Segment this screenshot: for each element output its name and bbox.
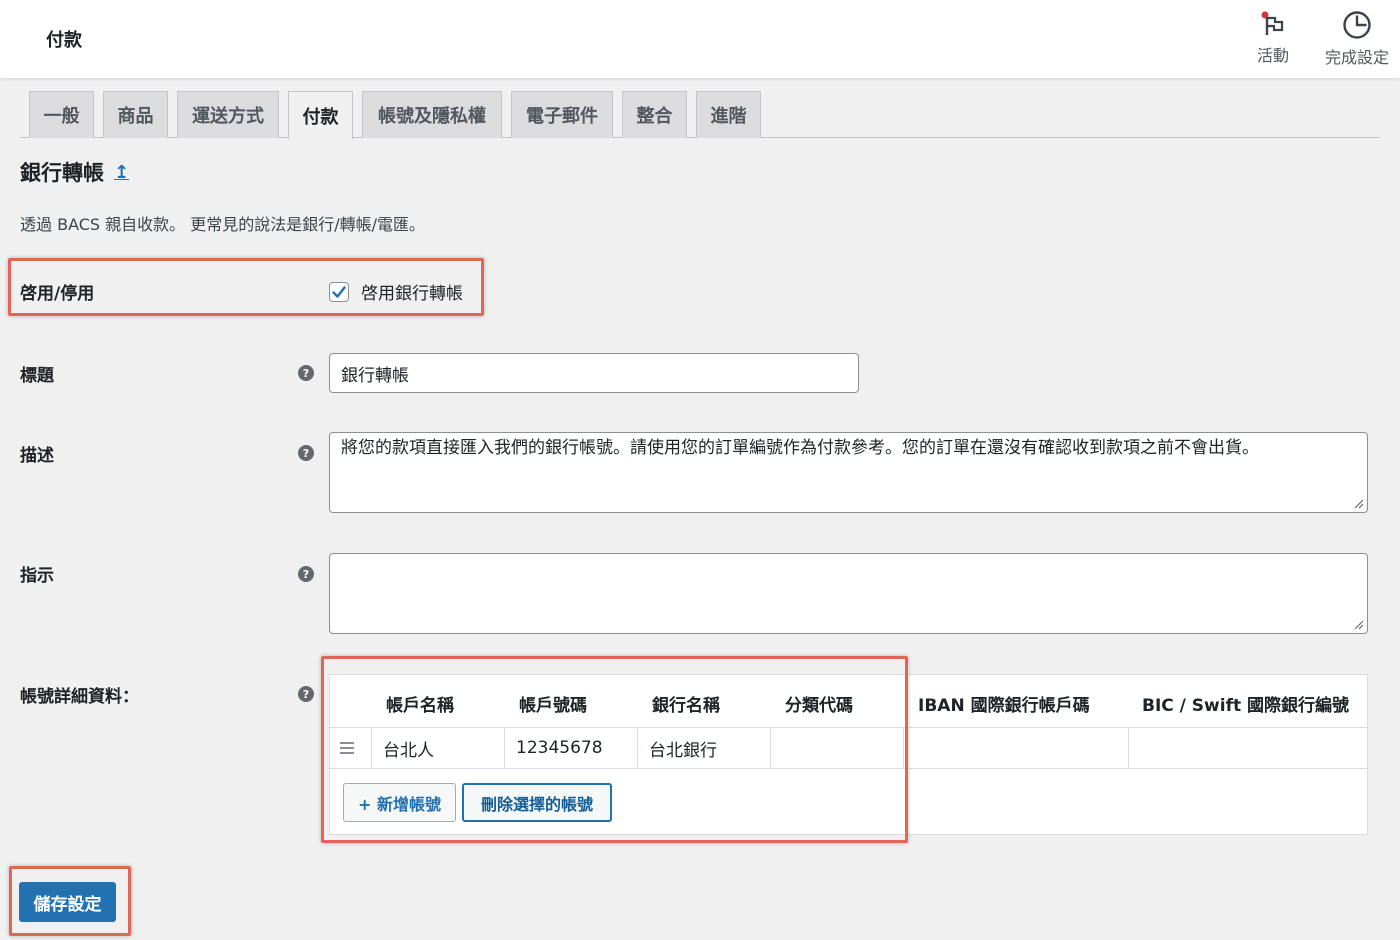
- tab-label: 付款: [302, 106, 339, 128]
- tab-shipping[interactable]: 運送方式: [177, 91, 279, 138]
- description-text: 將您的款項直接匯入我們的銀行帳號。請使用您的訂單編號作為付款參考。您的訂單在還沒…: [341, 438, 1259, 458]
- section-title: 銀行轉帳 ↥: [20, 157, 129, 187]
- help-icon[interactable]: ?: [298, 566, 314, 582]
- activity-button[interactable]: 活動: [1248, 10, 1298, 66]
- instructions-label: 指示: [20, 566, 54, 586]
- tab-integration[interactable]: 整合: [622, 91, 687, 138]
- resize-handle-icon[interactable]: [1354, 620, 1364, 630]
- bic-cell[interactable]: [1128, 728, 1367, 768]
- enable-checkbox-label[interactable]: 啓用銀行轉帳: [361, 279, 463, 304]
- column-header: BIC / Swift 國際銀行編號: [1142, 696, 1350, 716]
- tab-label: 商品: [117, 106, 154, 127]
- tab-label: 進階: [710, 106, 747, 127]
- enable-checkbox-row: 啓用銀行轉帳: [329, 279, 463, 304]
- settings-tabs: 一般 商品 運送方式 付款 帳號及隱私權 電子郵件 整合 進階: [20, 91, 1380, 139]
- account-number-cell[interactable]: 12345678: [504, 728, 637, 768]
- top-header: 付款 活動 完成設定: [0, 0, 1400, 78]
- tab-label: 運送方式: [192, 106, 264, 127]
- bank-name-cell[interactable]: 台北銀行: [637, 728, 770, 768]
- column-header: IBAN 國際銀行帳戶碼: [918, 696, 1090, 716]
- column-header: 帳戶名稱: [386, 696, 454, 716]
- title-input[interactable]: 銀行轉帳: [329, 353, 859, 393]
- tab-label: 一般: [43, 106, 80, 127]
- help-icon[interactable]: ?: [298, 686, 314, 702]
- drag-handle-icon[interactable]: [340, 742, 354, 754]
- tab-label: 整合: [636, 106, 673, 127]
- tab-advanced[interactable]: 進階: [696, 91, 761, 138]
- page-title: 付款: [46, 30, 82, 51]
- activity-label: 活動: [1256, 46, 1289, 65]
- title-label: 標題: [20, 366, 54, 386]
- column-header: 分類代碼: [785, 696, 853, 716]
- column-header: 銀行名稱: [652, 696, 720, 716]
- enable-label: 啓用/停用: [20, 284, 95, 304]
- add-account-button[interactable]: + 新增帳號: [343, 783, 456, 822]
- tab-label: 電子郵件: [526, 106, 598, 127]
- description-textarea[interactable]: 將您的款項直接匯入我們的銀行帳號。請使用您的訂單編號作為付款參考。您的訂單在還沒…: [329, 432, 1368, 513]
- flag-icon: [1261, 11, 1284, 35]
- sort-code-cell[interactable]: [770, 728, 903, 768]
- resize-handle-icon[interactable]: [1354, 499, 1364, 509]
- help-icon[interactable]: ?: [298, 365, 314, 381]
- back-up-link[interactable]: ↥: [114, 162, 129, 183]
- accounts-table: 帳戶名稱 帳戶號碼 銀行名稱 分類代碼 IBAN 國際銀行帳戶碼 BIC / S…: [329, 674, 1368, 835]
- enable-checkbox[interactable]: [329, 281, 349, 302]
- iban-cell[interactable]: [903, 728, 1128, 768]
- accounts-table-header: 帳戶名稱 帳戶號碼 銀行名稱 分類代碼 IBAN 國際銀行帳戶碼 BIC / S…: [330, 675, 1367, 728]
- help-icon[interactable]: ?: [298, 445, 314, 461]
- account-name-cell[interactable]: 台北人: [371, 728, 504, 768]
- progress-circle-icon: [1343, 11, 1371, 39]
- description-label: 描述: [20, 446, 54, 466]
- tab-payments[interactable]: 付款: [288, 91, 353, 139]
- account-details-label: 帳號詳細資料：: [20, 687, 139, 707]
- tab-general[interactable]: 一般: [29, 91, 94, 138]
- section-description: 透過 BACS 親自收款。 更常見的說法是銀行/轉帳/電匯。: [20, 215, 426, 234]
- tab-accounts-privacy[interactable]: 帳號及隱私權: [362, 91, 502, 138]
- save-settings-button[interactable]: 儲存設定: [19, 882, 116, 922]
- section-title-text: 銀行轉帳: [20, 161, 104, 185]
- tab-label: 帳號及隱私權: [378, 106, 486, 127]
- table-row: 台北人 12345678 台北銀行: [330, 728, 1367, 769]
- remove-selected-accounts-button[interactable]: 刪除選擇的帳號: [462, 783, 612, 822]
- tab-emails[interactable]: 電子郵件: [511, 91, 613, 138]
- finish-setup-label: 完成設定: [1324, 48, 1389, 67]
- tab-products[interactable]: 商品: [103, 91, 168, 138]
- column-header: 帳戶號碼: [519, 696, 587, 716]
- checkmark-icon: [332, 285, 346, 298]
- finish-setup-button[interactable]: 完成設定: [1318, 10, 1396, 68]
- instructions-textarea[interactable]: [329, 553, 1368, 634]
